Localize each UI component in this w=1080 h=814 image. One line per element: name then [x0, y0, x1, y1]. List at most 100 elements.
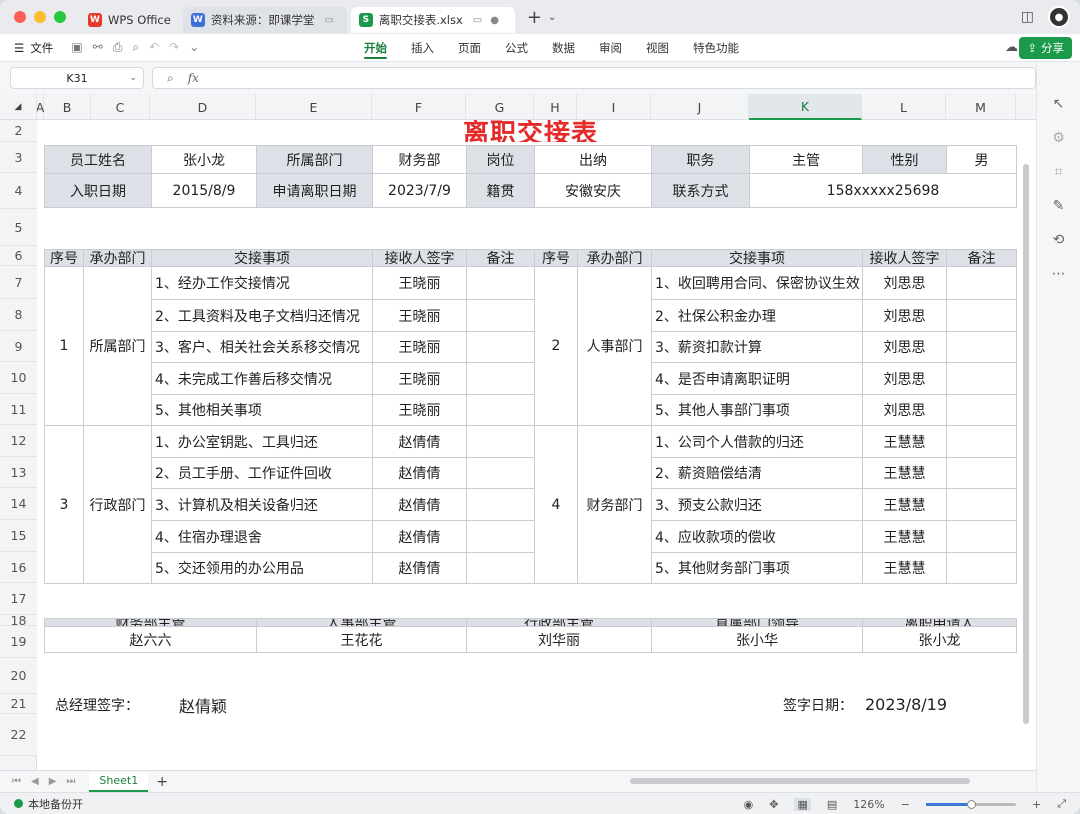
avatar[interactable]: ●	[1048, 6, 1070, 28]
more-icon[interactable]: ⋯	[1052, 266, 1066, 282]
column-header-d[interactable]: D	[150, 94, 256, 120]
tab-spreadsheet[interactable]: S 离职交接表.xlsx ▭ ●	[350, 7, 515, 33]
handover-item[interactable]: 2、员工手册、工作证件回收	[151, 457, 373, 489]
signoff-name[interactable]: 王花花	[256, 626, 467, 653]
fx-icon[interactable]: fx	[188, 71, 199, 85]
remark-cell[interactable]	[946, 394, 1017, 426]
post-value[interactable]: 出纳	[534, 145, 652, 174]
maximize-window-button[interactable]	[54, 11, 66, 23]
column-header-c[interactable]: C	[91, 94, 150, 120]
row-header-5[interactable]: 5	[0, 209, 37, 246]
adjust-sliders-icon[interactable]: ⚙	[1052, 130, 1065, 146]
next-sheet-icon[interactable]: ▶	[49, 776, 57, 787]
receiver-signature[interactable]: 王慧慧	[862, 457, 947, 489]
cursor-select-icon[interactable]: ↖	[1053, 96, 1065, 112]
remark-cell[interactable]	[466, 362, 535, 395]
last-sheet-icon[interactable]: ⏭	[66, 776, 75, 787]
ribbon-tab-data[interactable]: 数据	[540, 34, 587, 62]
normal-view-icon[interactable]: ▦	[794, 797, 811, 811]
tab-wps-office[interactable]: W WPS Office	[80, 7, 179, 33]
gender-value[interactable]: 男	[946, 145, 1017, 174]
receiver-signature[interactable]: 王晓丽	[372, 331, 467, 363]
remark-cell[interactable]	[946, 457, 1017, 489]
handover-item[interactable]: 1、公司个人借款的归还	[651, 425, 863, 458]
receiver-signature[interactable]: 赵倩倩	[372, 488, 467, 521]
vertical-scrollbar[interactable]	[1020, 120, 1032, 770]
zoom-out-icon[interactable]: −	[901, 798, 910, 811]
chevron-down-icon[interactable]: ⌄	[129, 73, 137, 83]
receiver-signature[interactable]: 王慧慧	[862, 425, 947, 458]
signoff-name[interactable]: 张小龙	[862, 626, 1017, 653]
receiver-signature[interactable]: 赵倩倩	[372, 552, 467, 584]
row-header-14[interactable]: 14	[0, 488, 37, 520]
group-department[interactable]: 人事部门	[577, 266, 652, 426]
row-header-17[interactable]: 17	[0, 583, 37, 615]
row-header-13[interactable]: 13	[0, 457, 37, 488]
save-icon[interactable]: ▣	[71, 40, 82, 55]
row-header-4[interactable]: 4	[0, 173, 37, 209]
remark-cell[interactable]	[466, 520, 535, 553]
redo-icon[interactable]: ↷	[169, 40, 179, 55]
share-button[interactable]: ⇪ 分享	[1019, 37, 1072, 59]
remark-cell[interactable]	[466, 552, 535, 584]
row-header-12[interactable]: 12	[0, 425, 37, 457]
ribbon-tab-features[interactable]: 特色功能	[681, 34, 751, 62]
undo-icon[interactable]: ↶	[149, 40, 159, 55]
row-header-7[interactable]: 7	[0, 266, 37, 299]
remark-cell[interactable]	[466, 457, 535, 489]
remark-cell[interactable]	[466, 299, 535, 332]
handover-item[interactable]: 2、社保公积金办理	[651, 299, 863, 332]
row-header-16[interactable]: 16	[0, 552, 37, 583]
handover-item[interactable]: 4、是否申请离职证明	[651, 362, 863, 395]
gm-signature-name[interactable]: 赵倩颖	[176, 694, 281, 716]
eye-protection-icon[interactable]: ◉	[744, 798, 754, 811]
sticker-icon[interactable]: ✎	[1053, 198, 1065, 214]
column-header-e[interactable]: E	[256, 94, 372, 120]
column-header-j[interactable]: J	[651, 94, 749, 120]
handover-item[interactable]: 2、薪资赔偿结清	[651, 457, 863, 489]
new-tab-button[interactable]: +	[527, 7, 542, 28]
handover-item[interactable]: 2、工具资料及电子文档归还情况	[151, 299, 373, 332]
contact-value[interactable]: 158xxxxx25698	[749, 173, 1017, 208]
remark-cell[interactable]	[946, 488, 1017, 521]
zoom-in-icon[interactable]: +	[1032, 798, 1041, 811]
row-header-10[interactable]: 10	[0, 362, 37, 394]
history-icon[interactable]: ⟲	[1053, 232, 1065, 248]
remark-cell[interactable]	[466, 425, 535, 458]
handover-item[interactable]: 3、客户、相关社会关系移交情况	[151, 331, 373, 363]
signoff-name[interactable]: 赵六六	[44, 626, 257, 653]
receiver-signature[interactable]: 刘思思	[862, 331, 947, 363]
receiver-signature[interactable]: 赵倩倩	[372, 520, 467, 553]
row-header-6[interactable]: 6	[0, 246, 37, 266]
receiver-signature[interactable]: 王慧慧	[862, 520, 947, 553]
group-department[interactable]: 财务部门	[577, 425, 652, 584]
title-value[interactable]: 主管	[749, 145, 863, 174]
receiver-signature[interactable]: 王慧慧	[862, 488, 947, 521]
group-number[interactable]: 3	[44, 425, 84, 584]
crop-frame-icon[interactable]: ⌗	[1055, 164, 1063, 180]
split-view-icon[interactable]: ◫	[1021, 9, 1034, 25]
remark-cell[interactable]	[946, 362, 1017, 395]
receiver-signature[interactable]: 王晓丽	[372, 394, 467, 426]
dept-value[interactable]: 财务部	[372, 145, 467, 174]
page-view-icon[interactable]: ▤	[827, 798, 837, 811]
handover-item[interactable]: 3、薪资扣款计算	[651, 331, 863, 363]
fullscreen-icon[interactable]: ⤢	[1057, 797, 1066, 811]
column-header-i[interactable]: I	[577, 94, 651, 120]
column-header-a[interactable]: A	[36, 94, 44, 120]
name-box[interactable]: K31 ⌄	[10, 67, 144, 89]
row-header-20[interactable]: 20	[0, 658, 37, 694]
handover-item[interactable]: 4、未完成工作善后移交情况	[151, 362, 373, 395]
row-header-11[interactable]: 11	[0, 394, 37, 425]
remark-cell[interactable]	[466, 394, 535, 426]
column-header-g[interactable]: G	[466, 94, 534, 120]
receiver-signature[interactable]: 刘思思	[862, 266, 947, 300]
ribbon-tab-review[interactable]: 审阅	[587, 34, 634, 62]
remark-cell[interactable]	[466, 331, 535, 363]
leave-date-value[interactable]: 2023/7/9	[372, 173, 467, 208]
first-sheet-icon[interactable]: ⏮	[12, 776, 21, 787]
sheet-title[interactable]: 离职交接表	[44, 120, 1017, 142]
receiver-signature[interactable]: 赵倩倩	[372, 425, 467, 458]
row-header-22[interactable]: 22	[0, 714, 37, 756]
handover-item[interactable]: 4、应收款项的偿收	[651, 520, 863, 553]
